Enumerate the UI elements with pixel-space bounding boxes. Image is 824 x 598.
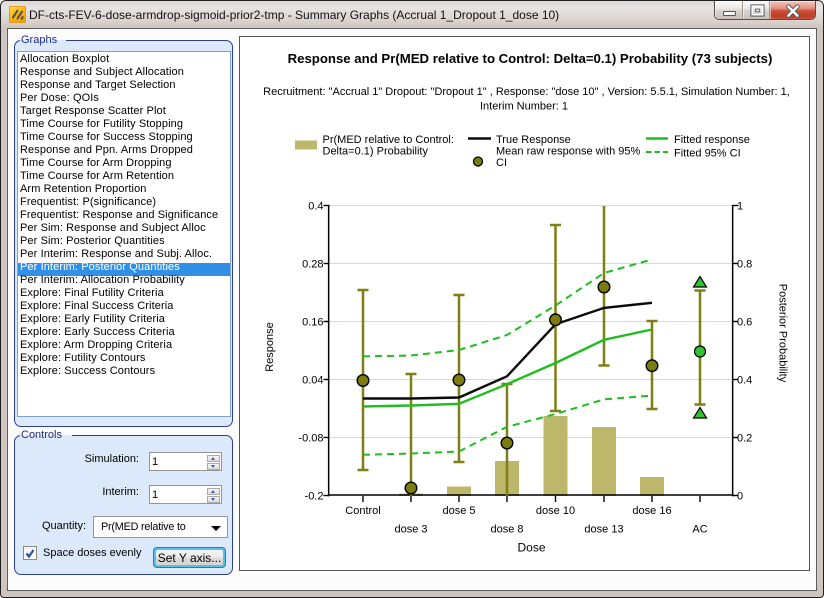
svg-text:0: 0	[737, 491, 743, 503]
svg-text:dose 8: dose 8	[490, 524, 523, 536]
svg-text:Dose: Dose	[517, 541, 545, 555]
svg-text:dose 16: dose 16	[632, 505, 671, 517]
svg-text:dose 13: dose 13	[584, 524, 623, 536]
svg-text:Response and Pr(MED relative t: Response and Pr(MED relative to Control:…	[288, 51, 773, 66]
svg-text:0.16: 0.16	[302, 317, 323, 329]
svg-text:Mean raw response with 95%: Mean raw response with 95%	[496, 146, 641, 158]
svg-text:0.8: 0.8	[737, 259, 752, 271]
svg-text:0.4: 0.4	[308, 201, 323, 213]
svg-text:0.4: 0.4	[737, 375, 752, 387]
svg-text:dose 10: dose 10	[536, 505, 575, 517]
svg-text:Posterior Probability: Posterior Probability	[776, 284, 788, 383]
svg-text:0.2: 0.2	[737, 433, 752, 445]
svg-text:Delta=0.1) Probability: Delta=0.1) Probability	[323, 146, 429, 158]
svg-text:Pr(MED relative to Control:: Pr(MED relative to Control:	[323, 134, 454, 146]
svg-text:Fitted 95% CI: Fitted 95% CI	[674, 148, 741, 160]
svg-text:0.6: 0.6	[737, 317, 752, 329]
svg-text:True Response: True Response	[496, 134, 571, 146]
svg-text:Interim Number: 1: Interim Number: 1	[480, 101, 568, 113]
svg-text:AC: AC	[692, 524, 707, 536]
svg-text:-0.08: -0.08	[298, 433, 323, 445]
svg-text:1: 1	[737, 201, 743, 213]
svg-text:Control: Control	[345, 505, 380, 517]
svg-text:Recruitment: "Accrual 1" Dropo: Recruitment: "Accrual 1" Dropout: "Dropo…	[263, 86, 790, 98]
svg-text:dose 5: dose 5	[442, 505, 475, 517]
svg-text:Fitted response: Fitted response	[674, 134, 750, 146]
svg-text:0.04: 0.04	[302, 375, 323, 387]
svg-text:-0.2: -0.2	[305, 491, 324, 503]
svg-text:CI: CI	[496, 157, 507, 169]
svg-text:dose 3: dose 3	[394, 524, 427, 536]
svg-text:0.28: 0.28	[302, 259, 323, 271]
svg-text:Response: Response	[264, 322, 276, 372]
